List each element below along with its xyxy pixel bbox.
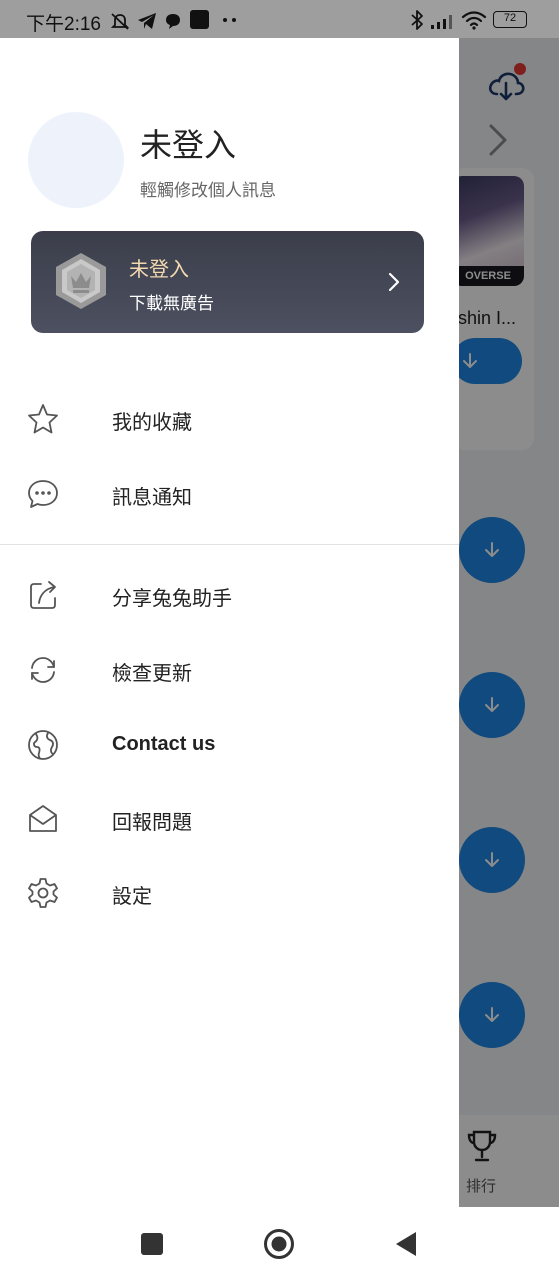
menu-label: 檢查更新: [112, 661, 192, 685]
menu-label: 設定: [112, 884, 152, 908]
wifi-icon: [461, 11, 487, 30]
menu-item-report-issue[interactable]: 回報問題: [0, 784, 459, 854]
profile-name[interactable]: 未登入: [140, 120, 236, 166]
vip-status: 未登入: [129, 257, 189, 281]
globe-icon: [28, 730, 58, 760]
gear-icon: [28, 878, 58, 908]
signal-icon: [431, 15, 452, 29]
menu-label: 訊息通知: [112, 485, 192, 509]
envelope-icon: [29, 805, 57, 832]
menu-label: 分享兔兔助手: [112, 586, 232, 610]
navigation-drawer: 未登入 輕觸修改個人訊息 未登入 下載無廣告 我的收藏 訊息通知 分享兔兔助手 …: [0, 38, 459, 1207]
menu-item-settings[interactable]: 設定: [0, 858, 459, 928]
telegram-icon: [138, 13, 156, 29]
star-icon: [28, 404, 58, 434]
bluetooth-icon: [411, 10, 423, 30]
menu-label: 我的收藏: [112, 410, 192, 434]
back-icon[interactable]: [394, 1231, 418, 1257]
system-nav-bar: [0, 1207, 559, 1280]
menu-item-check-update[interactable]: 檢查更新: [0, 635, 459, 705]
refresh-icon: [31, 657, 55, 683]
app-square-icon: [190, 10, 209, 29]
menu-item-favorites[interactable]: 我的收藏: [0, 384, 459, 454]
menu-item-notifications[interactable]: 訊息通知: [0, 459, 459, 529]
menu-item-share[interactable]: 分享兔兔助手: [0, 560, 459, 630]
divider: [0, 544, 459, 545]
chat-bubble-icon: [28, 480, 58, 508]
status-time: 下午2:16: [26, 14, 101, 35]
more-dots-icon: [223, 18, 236, 22]
profile-hint[interactable]: 輕觸修改個人訊息: [140, 176, 276, 201]
menu-label: 回報問題: [112, 810, 192, 834]
status-bar: 下午2:16 72: [0, 0, 559, 38]
battery-level: 72: [503, 12, 517, 24]
home-icon[interactable]: [263, 1228, 295, 1260]
chat-bubble-icon: [166, 14, 180, 29]
menu-item-contact-us[interactable]: Contact us: [0, 710, 459, 780]
recent-apps-icon[interactable]: [141, 1233, 163, 1255]
mute-bell-icon: [110, 13, 130, 30]
menu-label: Contact us: [112, 733, 216, 755]
battery-icon: 72: [493, 11, 527, 28]
crown-badge-icon: [56, 253, 106, 309]
avatar[interactable]: [28, 112, 124, 208]
vip-card[interactable]: 未登入 下載無廣告: [31, 231, 424, 333]
share-icon: [30, 581, 56, 609]
vip-subtitle: 下載無廣告: [129, 294, 214, 314]
chevron-right-icon: [388, 272, 400, 292]
